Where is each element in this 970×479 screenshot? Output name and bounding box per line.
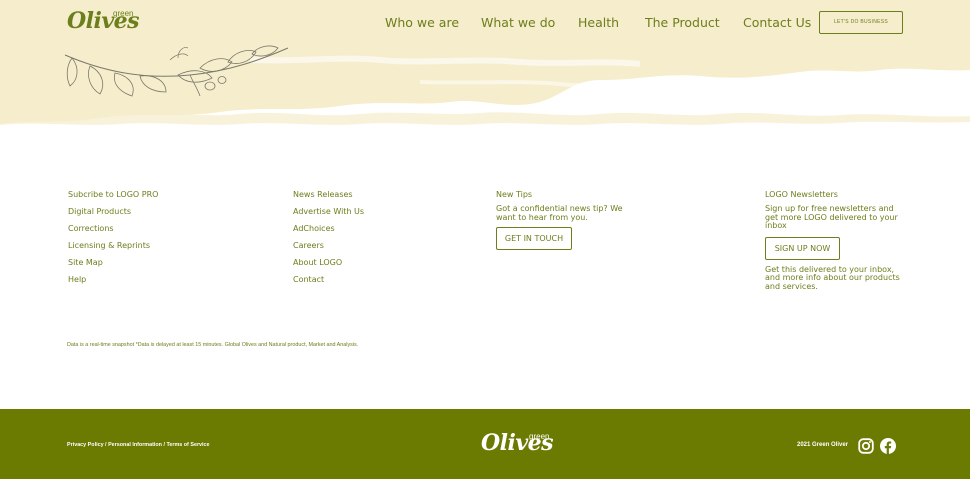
footer-column-2: News Releases Advertise With Us AdChoice… bbox=[293, 190, 364, 292]
footer-link-advertise[interactable]: Advertise With Us bbox=[293, 207, 364, 224]
footer-column-tips: New Tips Got a confidential news tip? We… bbox=[496, 190, 636, 251]
lets-do-business-button[interactable]: LET'S DO BUSINESS bbox=[819, 11, 903, 34]
nav-item-contact-us[interactable]: Contact Us bbox=[743, 15, 811, 30]
brand-logo[interactable]: Olives green bbox=[67, 9, 140, 33]
personal-information-link[interactable]: Personal Information bbox=[108, 442, 162, 448]
footer-link-news-releases[interactable]: News Releases bbox=[293, 190, 364, 207]
nav-item-the-product[interactable]: The Product bbox=[645, 15, 720, 30]
get-in-touch-button[interactable]: GET IN TOUCH bbox=[496, 227, 572, 251]
header-band: Olives green Who we are What we do Healt… bbox=[0, 0, 970, 130]
privacy-policy-link[interactable]: Privacy Policy bbox=[67, 442, 104, 448]
footer-link-licensing[interactable]: Licensing & Reprints bbox=[68, 241, 158, 258]
footer-brand-logo[interactable]: Olives green bbox=[481, 432, 554, 454]
data-disclaimer: Data is a real-time snapshot *Data is de… bbox=[67, 342, 359, 348]
newsletters-heading: LOGO Newsletters bbox=[765, 190, 838, 199]
facebook-icon[interactable] bbox=[880, 438, 896, 454]
footer-link-help[interactable]: Help bbox=[68, 275, 158, 292]
instagram-icon[interactable] bbox=[858, 438, 874, 454]
footer-link-careers[interactable]: Careers bbox=[293, 241, 364, 258]
nav-item-who-we-are[interactable]: Who we are bbox=[385, 15, 459, 30]
newsletters-text: Sign up for free newsletters and get mor… bbox=[765, 204, 898, 231]
footer-column-1: Subcribe to LOGO PRO Digital Products Co… bbox=[68, 190, 158, 292]
footer-link-site-map[interactable]: Site Map bbox=[68, 258, 158, 275]
terms-of-service-link[interactable]: Terms of Service bbox=[166, 442, 209, 448]
copyright-text: 2021 Green Oliver bbox=[797, 442, 849, 448]
brand-logo-tag: green bbox=[113, 9, 134, 18]
tips-text: Got a confidential news tip? We want to … bbox=[496, 204, 623, 222]
footer-link-adchoices[interactable]: AdChoices bbox=[293, 224, 364, 241]
footer-link-corrections[interactable]: Corrections bbox=[68, 224, 158, 241]
sign-up-now-button[interactable]: SIGN UP NOW bbox=[765, 236, 840, 260]
footer-link-digital-products[interactable]: Digital Products bbox=[68, 207, 158, 224]
footer-column-newsletters: LOGO Newsletters Sign up for free newsle… bbox=[765, 190, 907, 292]
footer-link-subscribe-pro[interactable]: Subcribe to LOGO PRO bbox=[68, 190, 158, 207]
tips-heading: New Tips bbox=[496, 190, 533, 199]
footer-link-about[interactable]: About LOGO bbox=[293, 258, 364, 275]
olive-branch-illustration bbox=[64, 45, 289, 97]
footer-link-contact[interactable]: Contact bbox=[293, 275, 364, 292]
nav-item-what-we-do[interactable]: What we do bbox=[481, 15, 555, 30]
footer-brand-logo-tag: green bbox=[529, 432, 550, 441]
legal-links: Privacy Policy / Personal Information / … bbox=[67, 442, 210, 448]
newsletters-note: Get this delivered to your inbox, and mo… bbox=[765, 264, 900, 291]
nav-item-health[interactable]: Health bbox=[578, 15, 619, 30]
footer-bar: Privacy Policy / Personal Information / … bbox=[0, 409, 970, 479]
